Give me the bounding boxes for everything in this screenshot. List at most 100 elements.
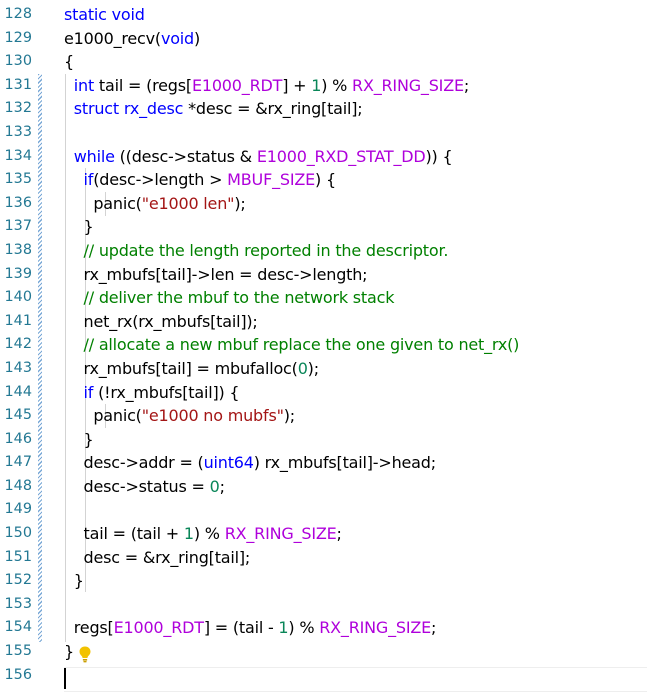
code-token: struct rx_desc — [73, 99, 184, 119]
line-number: 156 — [4, 666, 32, 683]
code-line[interactable]: // deliver the mbuf to the network stack — [64, 286, 647, 310]
line-number: 152 — [4, 572, 32, 589]
line-number: 131 — [4, 76, 32, 93]
modified-lines-indicator[interactable] — [38, 74, 42, 642]
line-number-gutter: 128 129 130 131 132 133 134 135 136 137 138 139 140 1… — [0, 3, 38, 687]
code-token: // allocate a new mbuf replace the one g… — [83, 335, 520, 355]
code-token: // deliver the mbuf to the network stack — [83, 288, 395, 308]
code-token: ); — [307, 358, 319, 378]
code-line[interactable]: desc->status = 0; — [64, 475, 647, 499]
code-line[interactable]: rx_mbufs[tail] = mbufalloc(0); — [64, 357, 647, 381]
code-token: ) rx_mbufs[tail]->head; — [253, 453, 436, 473]
lightbulb-icon[interactable] — [77, 645, 93, 663]
code-line[interactable]: // allocate a new mbuf replace the one g… — [64, 333, 647, 357]
code-line[interactable]: struct rx_desc *desc = &rx_ring[tail]; — [64, 97, 647, 121]
code-token: *desc = &rx_ring[tail]; — [183, 99, 363, 119]
code-token: ; — [219, 476, 225, 496]
code-line[interactable]: net_rx(rx_mbufs[tail]); — [64, 310, 647, 334]
text-cursor — [64, 668, 66, 689]
code-line[interactable]: } — [64, 215, 647, 239]
code-line[interactable]: e1000_recv(void) — [64, 27, 647, 51]
code-token: rx_mbufs[tail]->len = desc->length; — [64, 264, 368, 284]
line-number: 148 — [4, 477, 32, 494]
code-token: rx_mbufs[tail] = mbufalloc( — [64, 358, 298, 378]
code-token: if — [83, 170, 94, 190]
line-number: 144 — [4, 383, 32, 400]
code-token: ] + — [282, 75, 312, 95]
line-number: 147 — [4, 454, 32, 471]
code-token: ) % — [288, 618, 320, 638]
code-token: uint64 — [203, 453, 254, 473]
line-number: 133 — [4, 123, 32, 140]
code-token: tail = (tail + — [64, 524, 184, 544]
code-token: E1000_RDT — [113, 618, 204, 638]
code-line[interactable]: // update the length reported in the des… — [64, 239, 647, 263]
code-area[interactable]: static void e1000_recv(void){ int tail = … — [64, 3, 647, 687]
code-token: E1000_RDT — [191, 75, 283, 95]
code-line[interactable]: while ((desc->status & E1000_RXD_STAT_DD… — [64, 145, 647, 169]
code-token: } — [64, 642, 74, 662]
code-editor[interactable]: 128 129 130 131 132 133 134 135 136 137 138 139 140 1… — [0, 0, 647, 693]
code-line[interactable]: } — [64, 569, 647, 593]
code-line[interactable]: panic("e1000 no mubfs"); — [64, 404, 647, 428]
code-token: void — [160, 28, 195, 48]
line-number: 130 — [4, 53, 32, 70]
code-line[interactable]: static void — [64, 3, 647, 27]
code-token: 1 — [183, 524, 194, 544]
code-line[interactable]: tail = (tail + 1) % RX_RING_SIZE; — [64, 522, 647, 546]
code-token: ; — [336, 524, 342, 544]
code-token: )) { — [425, 146, 453, 166]
code-line[interactable]: int tail = (regs[E1000_RDT] + 1) % RX_RI… — [64, 74, 647, 98]
line-number: 141 — [4, 312, 32, 329]
code-token: 0 — [209, 476, 220, 496]
code-token: regs[ — [64, 618, 114, 638]
line-number: 151 — [4, 548, 32, 565]
code-line[interactable]: } — [64, 640, 647, 664]
line-number: 139 — [4, 265, 32, 282]
code-token: ); — [234, 193, 246, 213]
code-token: ((desc->status & — [114, 146, 257, 166]
code-token: ) { — [315, 170, 336, 190]
code-line[interactable]: desc = &rx_ring[tail]; — [64, 546, 647, 570]
code-line[interactable] — [64, 593, 647, 617]
code-line[interactable]: rx_mbufs[tail]->len = desc->length; — [64, 263, 647, 287]
code-token: 0 — [297, 358, 308, 378]
code-token: E1000_RXD_STAT_DD — [256, 146, 426, 166]
code-line[interactable]: if(desc->length > MBUF_SIZE) { — [64, 168, 647, 192]
code-token: while — [73, 146, 115, 166]
code-token: e1000_recv( — [64, 28, 161, 48]
line-number: 146 — [4, 430, 32, 447]
line-number: 135 — [4, 171, 32, 188]
code-line[interactable] — [64, 121, 647, 145]
code-token: panic( — [64, 193, 142, 213]
code-token: if — [83, 382, 94, 402]
code-token: (!rx_mbufs[tail]) { — [93, 382, 240, 402]
code-token: } — [64, 571, 84, 591]
current-line-highlight — [64, 667, 647, 692]
code-token: RX_RING_SIZE — [224, 524, 337, 544]
line-number: 155 — [4, 643, 32, 660]
code-line[interactable]: regs[E1000_RDT] = (tail - 1) % RX_RING_S… — [64, 616, 647, 640]
code-line[interactable]: panic("e1000 len"); — [64, 192, 647, 216]
code-token: ; — [431, 618, 437, 638]
code-line[interactable]: if (!rx_mbufs[tail]) { — [64, 381, 647, 405]
code-token: { — [64, 52, 74, 72]
code-token: ) — [194, 28, 201, 48]
code-line[interactable]: } — [64, 428, 647, 452]
code-token: // update the length reported in the des… — [83, 240, 449, 260]
code-token: "e1000 no mubfs" — [141, 406, 284, 426]
code-line[interactable]: desc->addr = (uint64) rx_mbufs[tail]->he… — [64, 451, 647, 475]
code-token: RX_RING_SIZE — [352, 75, 464, 95]
code-token: tail = (regs[ — [94, 75, 192, 95]
code-token: ); — [283, 406, 295, 426]
line-number: 149 — [4, 501, 32, 518]
line-number: 129 — [4, 29, 32, 46]
code-token: desc->addr = ( — [64, 453, 204, 473]
code-line[interactable]: { — [64, 50, 647, 74]
code-line[interactable] — [64, 498, 647, 522]
